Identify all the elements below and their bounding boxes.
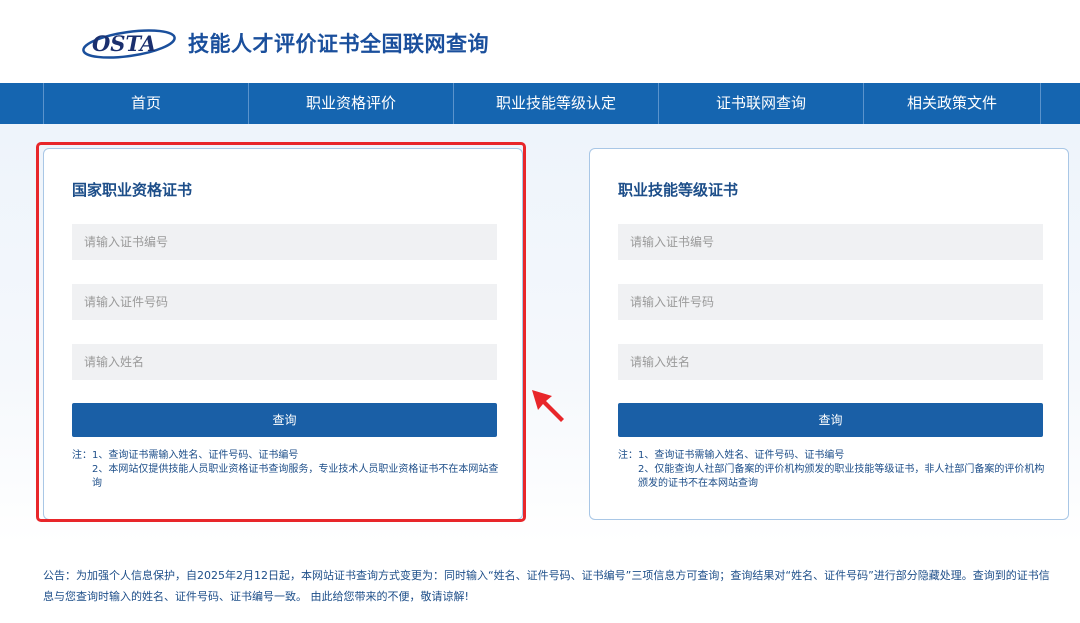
nav-item-certificate-query[interactable]: 证书联网查询 [659, 83, 864, 124]
certificate-number-input[interactable] [72, 224, 497, 260]
query-button[interactable]: 查询 [72, 403, 497, 437]
card-title: 职业技能等级证书 [618, 181, 739, 199]
note-text-1: 1、查询证书需输入姓名、证件号码、证书编号 [92, 450, 299, 461]
main-nav: 首页 职业资格评价 职业技能等级认定 证书联网查询 相关政策文件 [0, 83, 1080, 124]
nav-spacer [0, 83, 44, 124]
note-text-1: 1、查询证书需输入姓名、证件号码、证书编号 [638, 450, 845, 461]
qualification-certificate-card: 国家职业资格证书 查询 注：1、查询证书需输入姓名、证件号码、证书编号 2、本网… [43, 148, 523, 520]
note-prefix: 注： [618, 450, 638, 461]
note-text-2: 2、本网站仅提供技能人员职业资格证书查询服务，专业技术人员职业资格证书不在本网站… [92, 464, 499, 489]
main-content: 国家职业资格证书 查询 注：1、查询证书需输入姓名、证件号码、证书编号 2、本网… [0, 124, 1080, 544]
site-header: OSTA 技能人才评价证书全国联网查询 [0, 0, 1080, 83]
id-number-input[interactable] [72, 284, 497, 320]
id-number-input[interactable] [618, 284, 1043, 320]
query-button[interactable]: 查询 [618, 403, 1043, 437]
note-prefix: 注： [72, 450, 92, 461]
note-text-2: 2、仅能查询人社部门备案的评价机构颁发的职业技能等级证书，非人社部门备案的评价机… [638, 464, 1045, 489]
note-line-1: 注：1、查询证书需输入姓名、证件号码、证书编号 [618, 449, 1048, 463]
logo-text: OSTA [92, 31, 156, 56]
skill-level-certificate-card: 职业技能等级证书 查询 注：1、查询证书需输入姓名、证件号码、证书编号 2、仅能… [589, 148, 1069, 520]
certificate-number-input[interactable] [618, 224, 1043, 260]
note-line-1: 注：1、查询证书需输入姓名、证件号码、证书编号 [72, 449, 502, 463]
name-input[interactable] [72, 344, 497, 380]
nav-item-home[interactable]: 首页 [44, 83, 249, 124]
card-title: 国家职业资格证书 [72, 181, 193, 199]
announcement: 公告：为加强个人信息保护，自2025年2月12日起，本网站证书查询方式变更为：同… [43, 569, 1050, 603]
nav-item-qualification-evaluation[interactable]: 职业资格评价 [249, 83, 454, 124]
notes: 注：1、查询证书需输入姓名、证件号码、证书编号 2、仅能查询人社部门备案的评价机… [618, 449, 1048, 491]
red-arrow-icon [532, 390, 564, 422]
nav-item-policy-documents[interactable]: 相关政策文件 [864, 83, 1041, 124]
osta-logo[interactable]: OSTA [80, 22, 178, 62]
notes: 注：1、查询证书需输入姓名、证件号码、证书编号 2、本网站仅提供技能人员职业资格… [72, 449, 502, 491]
site-title: 技能人才评价证书全国联网查询 [188, 32, 489, 56]
nav-item-skill-level-certification[interactable]: 职业技能等级认定 [454, 83, 659, 124]
name-input[interactable] [618, 344, 1043, 380]
